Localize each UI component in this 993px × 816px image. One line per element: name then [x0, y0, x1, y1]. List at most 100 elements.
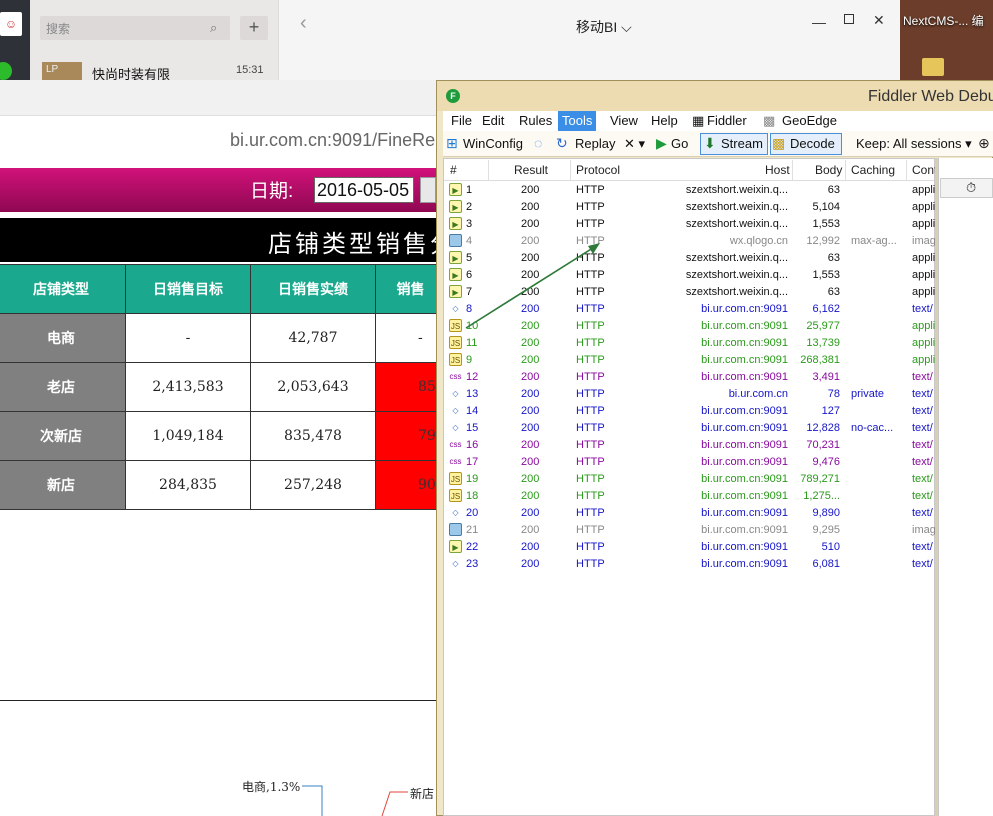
session-result: 200: [521, 456, 540, 468]
stream-icon: ⬇: [704, 135, 716, 151]
column-header[interactable]: Host: [765, 163, 790, 177]
chat-avatar[interactable]: LP: [42, 62, 82, 80]
session-row[interactable]: css 17 200 HTTP bi.ur.com.cn:9091 9,476 text/: [444, 454, 934, 471]
date-picker-button[interactable]: [420, 177, 436, 203]
target-cell: 2,413,583: [125, 362, 251, 412]
column-divider[interactable]: [906, 160, 907, 180]
session-body: 1,553: [812, 269, 840, 281]
session-caching: private: [851, 388, 885, 400]
session-row[interactable]: css 12 200 HTTP bi.ur.com.cn:9091 3,491 text/: [444, 369, 934, 386]
session-content-type: imag: [912, 235, 936, 247]
column-divider[interactable]: [845, 160, 846, 180]
session-row[interactable]: ◇ 23 200 HTTP bi.ur.com.cn:9091 6,081 text/: [444, 556, 934, 573]
html-icon: ◇: [452, 559, 459, 568]
session-body: 63: [827, 286, 840, 298]
column-header[interactable]: Protocol: [576, 163, 620, 177]
column-divider[interactable]: [570, 160, 571, 180]
search-input[interactable]: 搜索: [40, 16, 230, 40]
session-id: 3: [466, 218, 473, 230]
css-icon: css: [449, 372, 462, 381]
column-header[interactable]: Body: [815, 163, 842, 177]
session-row[interactable]: JS 9 200 HTTP bi.ur.com.cn:9091 268,381 appli: [444, 352, 935, 369]
session-host: bi.ur.com.cn:9091: [701, 439, 788, 451]
chat-time: 15:31: [236, 64, 264, 76]
menu-view[interactable]: View: [610, 113, 638, 128]
session-id: 17: [466, 456, 479, 468]
session-row[interactable]: ▶ 1 200 HTTP szextshort.weixin.q... 63 appli: [444, 182, 936, 199]
session-content-type: appli: [912, 184, 936, 196]
session-row[interactable]: JS 18 200 HTTP bi.ur.com.cn:9091 1,275... text…: [444, 488, 934, 505]
desktop-icon-label[interactable]: NextCMS-... 编: [903, 12, 984, 29]
store-type-cell: 次新店: [0, 411, 126, 461]
target-icon[interactable]: ⊕: [978, 135, 990, 152]
session-body: 9,295: [812, 524, 840, 536]
session-protocol: HTTP: [576, 218, 605, 230]
menu-tools[interactable]: Tools: [558, 111, 597, 131]
session-id: 15: [466, 422, 479, 434]
browser-toolbar: [0, 80, 436, 116]
session-row[interactable]: ▶ 22 200 HTTP bi.ur.com.cn:9091 510 text/: [444, 539, 934, 556]
session-row[interactable]: ◇ 13 200 HTTP bi.ur.com.cn 78 private text/: [444, 386, 934, 403]
session-host: wx.qlogo.cn: [729, 235, 788, 247]
session-body: 5,104: [812, 201, 840, 213]
session-row[interactable]: ▶ 2 200 HTTP szextshort.weixin.q... 5,104 appl…: [444, 199, 935, 216]
replay-button[interactable]: Replay: [575, 136, 615, 151]
column-header[interactable]: Result: [514, 163, 548, 177]
winconfig-button[interactable]: WinConfig: [463, 136, 523, 151]
css-icon: css: [449, 457, 462, 466]
session-id: 9: [466, 354, 473, 366]
session-content-type: text/: [912, 371, 933, 383]
session-body: 78: [827, 388, 840, 400]
session-content-type: text/: [912, 405, 933, 417]
session-row[interactable]: ◇ 15 200 HTTP bi.ur.com.cn:9091 12,828 no-cac.…: [444, 420, 934, 437]
session-body: 6,162: [812, 303, 840, 315]
column-header[interactable]: Cont: [912, 163, 937, 177]
menu-fiddler[interactable]: Fiddler: [707, 113, 747, 128]
menu-file[interactable]: File: [451, 113, 472, 128]
add-button[interactable]: +: [240, 16, 268, 40]
session-body: 63: [827, 252, 840, 264]
maximize-button[interactable]: [844, 14, 854, 24]
column-header: 销售: [375, 264, 446, 314]
column-divider[interactable]: [488, 160, 489, 180]
session-result: 200: [521, 473, 540, 485]
target-cell: 284,835: [125, 460, 251, 510]
go-button[interactable]: Go: [671, 136, 688, 151]
session-result: 200: [521, 354, 540, 366]
session-id: 22: [466, 541, 479, 553]
user-avatar[interactable]: ☺: [0, 12, 22, 36]
date-field[interactable]: 2016-05-05: [314, 177, 414, 203]
folder-icon[interactable]: [922, 58, 944, 76]
session-content-type: appli: [912, 252, 936, 264]
keep-sessions-dropdown[interactable]: Keep: All sessions ▾: [856, 136, 972, 152]
session-body: 1,275...: [803, 490, 840, 502]
replay-icon: ↻: [556, 135, 568, 151]
session-row[interactable]: css 16 200 HTTP bi.ur.com.cn:9091 70,231 text/: [444, 437, 934, 454]
menu-geoedge[interactable]: GeoEdge: [782, 113, 837, 128]
session-result: 200: [521, 558, 540, 570]
column-header[interactable]: Caching: [851, 163, 895, 177]
decode-label: Decode: [790, 136, 835, 151]
session-row[interactable]: ◇ 20 200 HTTP bi.ur.com.cn:9091 9,890 text/: [444, 505, 934, 522]
session-row[interactable]: JS 19 200 HTTP bi.ur.com.cn:9091 789,271 text/: [444, 471, 934, 488]
menu-rules[interactable]: Rules: [519, 113, 552, 128]
session-body: 63: [827, 184, 840, 196]
menu-help[interactable]: Help: [651, 113, 678, 128]
column-divider[interactable]: [792, 160, 793, 180]
session-body: 127: [821, 405, 840, 417]
grid-icon: ▦: [692, 113, 705, 128]
session-row[interactable]: 21 200 HTTP bi.ur.com.cn:9091 9,295 imag: [444, 522, 936, 539]
stopwatch-icon: ⏱: [966, 180, 977, 195]
session-host: bi.ur.com.cn:9091: [701, 541, 788, 553]
session-content-type: appli: [912, 269, 936, 281]
back-icon[interactable]: ‹: [300, 12, 307, 35]
comment-icon[interactable]: ◌: [534, 135, 542, 151]
remove-button[interactable]: ✕ ▾: [624, 136, 645, 152]
minimize-button[interactable]: —: [812, 14, 826, 30]
close-button[interactable]: ✕: [873, 12, 885, 29]
column-header[interactable]: #: [450, 163, 457, 177]
sales-table: 店铺类型 日销售目标 日销售实绩 销售 电商 - 42,787 - 老店 2,4…: [0, 264, 446, 510]
html-icon: ◇: [452, 389, 459, 398]
session-row[interactable]: ◇ 14 200 HTTP bi.ur.com.cn:9091 127 text/: [444, 403, 934, 420]
menu-edit[interactable]: Edit: [482, 113, 504, 128]
